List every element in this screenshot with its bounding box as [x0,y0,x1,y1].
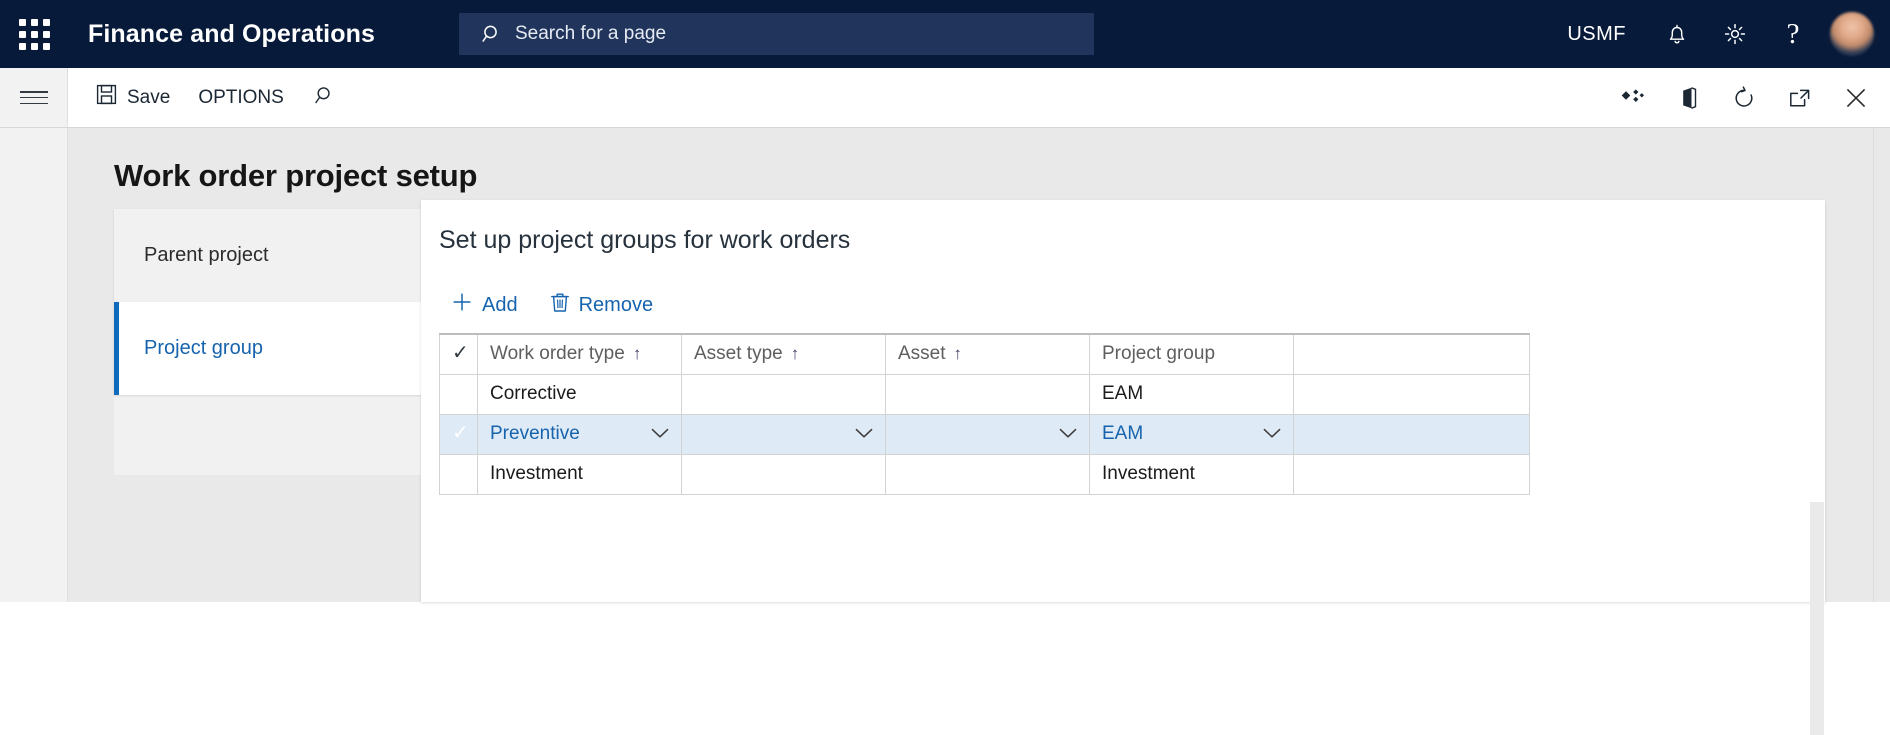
cell-asset[interactable] [886,454,1090,494]
filter-search-icon [312,84,334,112]
sort-ascending-icon: ↑ [791,344,800,363]
column-header-asset-type[interactable]: Asset type ↑ [682,334,886,374]
cell-spacer [1294,374,1530,414]
refresh-icon[interactable] [1716,68,1772,127]
chevron-down-icon[interactable] [651,427,669,442]
grid-search-button[interactable] [298,68,348,127]
table-header-row: ✓ Work order type ↑ Asset type ↑ Asset ↑ [440,334,1530,374]
trash-icon [550,291,570,319]
options-button[interactable]: OPTIONS [184,68,298,127]
sort-ascending-icon: ↑ [633,344,642,363]
row-select-checkbox[interactable] [440,374,478,414]
save-button[interactable]: Save [82,68,184,127]
column-header-project-group-label: Project group [1102,343,1215,364]
cell-work-order-type-value: Preventive [490,423,580,445]
open-in-office-icon[interactable] [1660,68,1716,127]
cell-work-order-type[interactable]: Corrective [478,374,682,414]
save-disk-icon [96,84,117,111]
panel-heading: Set up project groups for work orders [439,226,850,255]
notifications-bell-icon[interactable] [1648,0,1706,68]
page-title: Work order project setup [114,158,477,194]
top-navigation-bar: Finance and Operations Search for a page… [0,0,1890,68]
checkmark-icon: ✓ [452,342,469,364]
settings-gear-icon[interactable] [1706,0,1764,68]
top-nav-right-cluster: USMF [1545,0,1890,68]
command-bar: Save OPTIONS [0,68,1890,128]
add-label: Add [482,294,518,317]
command-bar-right-cluster [1604,68,1884,127]
cell-spacer [1294,414,1530,454]
column-header-project-group[interactable]: Project group [1090,334,1294,374]
cell-project-group[interactable]: Investment [1090,454,1294,494]
checkmark-icon: ✓ [452,422,469,444]
search-icon [481,23,503,45]
close-icon[interactable] [1828,68,1884,127]
tab-parent-project-label: Parent project [144,244,269,267]
app-launcher-icon[interactable] [0,0,68,68]
open-in-new-window-icon[interactable] [1772,68,1828,127]
cell-asset[interactable] [886,374,1090,414]
content-area: Work order project setup Parent project … [69,128,1890,602]
cell-asset-type[interactable] [682,454,886,494]
column-header-work-order-type-label: Work order type [490,343,625,364]
cell-work-order-type[interactable]: Preventive [478,414,682,454]
row-select-checkbox[interactable]: ✓ [440,414,478,454]
column-header-asset-type-label: Asset type [694,343,783,364]
grid-scrollbar-thumb[interactable] [1810,502,1824,735]
page-body: Work order project setup Parent project … [0,128,1890,602]
options-label: OPTIONS [198,87,284,109]
hamburger-lines [20,91,48,104]
help-glyph: ? [1787,20,1800,49]
plus-icon [451,291,473,319]
save-label: Save [127,87,170,109]
cell-asset[interactable] [886,414,1090,454]
table-row[interactable]: Corrective EAM [440,374,1530,414]
row-select-checkbox[interactable] [440,454,478,494]
remove-label: Remove [579,294,653,317]
grid-toolbar: Add Remove [441,287,675,323]
cell-project-group[interactable]: EAM [1090,374,1294,414]
project-group-table: ✓ Work order type ↑ Asset type ↑ Asset ↑ [439,333,1530,495]
cell-spacer [1294,454,1530,494]
chevron-down-icon[interactable] [1263,427,1281,442]
data-grid: ✓ Work order type ↑ Asset type ↑ Asset ↑ [439,333,1811,602]
select-all-checkbox[interactable]: ✓ [440,334,478,374]
company-selector[interactable]: USMF [1545,23,1648,46]
column-header-work-order-type[interactable]: Work order type ↑ [478,334,682,374]
column-header-asset-label: Asset [898,343,946,364]
navigation-menu-icon[interactable] [0,68,68,127]
page-vertical-scrollbar[interactable] [1873,128,1890,602]
tab-project-group-label: Project group [144,337,263,360]
cell-asset-type[interactable] [682,374,886,414]
cell-work-order-type[interactable]: Investment [478,454,682,494]
global-search-input[interactable]: Search for a page [459,13,1094,55]
add-button[interactable]: Add [441,287,528,323]
personalize-diamond-icon[interactable] [1604,68,1660,127]
chevron-down-icon[interactable] [855,427,873,442]
column-header-spacer [1294,334,1530,374]
chevron-down-icon[interactable] [1059,427,1077,442]
sort-ascending-icon: ↑ [954,344,963,363]
cell-asset-type[interactable] [682,414,886,454]
cell-project-group-value: EAM [1102,423,1143,445]
help-question-icon[interactable]: ? [1764,0,1822,68]
column-header-asset[interactable]: Asset ↑ [886,334,1090,374]
cell-project-group[interactable]: EAM [1090,414,1294,454]
user-avatar[interactable] [1830,12,1874,56]
grid-vertical-scrollbar[interactable] [1809,333,1825,602]
search-placeholder: Search for a page [515,23,666,45]
table-row[interactable]: ✓ Preventive [440,414,1530,454]
project-group-panel: Set up project groups for work orders Ad… [421,200,1825,602]
waffle-grid [19,19,50,50]
table-row[interactable]: Investment Investment [440,454,1530,494]
app-title: Finance and Operations [88,20,375,49]
left-rail [0,128,68,602]
remove-button[interactable]: Remove [540,287,663,323]
